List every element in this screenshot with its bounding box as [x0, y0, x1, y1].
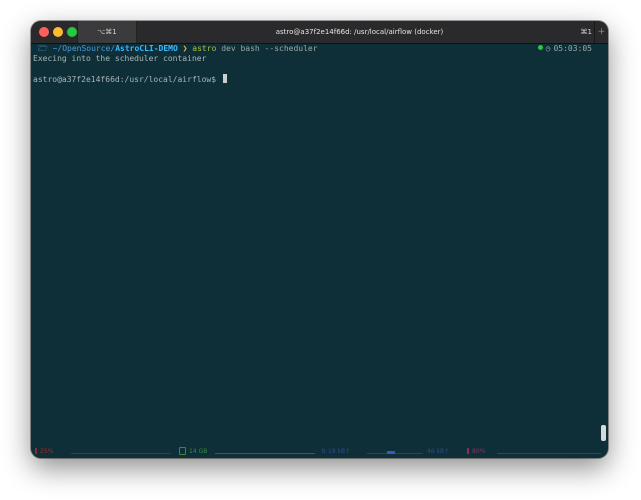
right-prompt: ◷ 05:03:05 — [537, 44, 592, 54]
output-line: Execing into the scheduler container — [33, 54, 207, 63]
network-up-status: ⇅ 19 kB↑ — [321, 446, 350, 456]
shell-prompt: astro@a37f2e14f66d:/usr/local/airflow$ — [33, 75, 221, 84]
network-icon: ⇅ — [321, 447, 328, 455]
minimize-button[interactable] — [53, 27, 63, 37]
close-button[interactable] — [39, 27, 49, 37]
terminal-output[interactable]: 🗁 ~/OpenSource/AstroCLI-DEMO ❯ astro dev… — [31, 44, 608, 442]
tab-1[interactable]: ⌥⌘1 — [77, 21, 137, 43]
prompt-arrow-icon: ❯ — [182, 44, 188, 53]
shell-prompt-line: astro@a37f2e14f66d:/usr/local/airflow$ — [33, 74, 602, 85]
network-graph — [367, 453, 423, 454]
network-down-status: 46 kB↑ — [427, 446, 449, 456]
network-up-value: 19 kB↑ — [327, 447, 351, 455]
memory-graph — [215, 453, 315, 454]
prompt-line: 🗁 ~/OpenSource/AstroCLI-DEMO ❯ astro dev… — [33, 44, 602, 54]
cpu-status: 25% — [35, 446, 53, 456]
terminal-window: ⌥⌘1 astro@a37f2e14f66d: /usr/local/airfl… — [31, 21, 608, 458]
maximize-button[interactable] — [67, 27, 77, 37]
window-title: astro@a37f2e14f66d: /usr/local/airflow (… — [275, 28, 444, 36]
memory-status: 14 GB — [179, 446, 207, 456]
title-bar: ⌥⌘1 astro@a37f2e14f66d: /usr/local/airfl… — [31, 21, 608, 44]
status-ok-icon — [537, 45, 543, 50]
battery-graph — [497, 453, 601, 454]
new-tab-button[interactable]: + — [594, 21, 608, 43]
text-cursor — [222, 74, 227, 83]
prompt-path-dir: AstroCLI-DEMO — [115, 44, 178, 53]
clock-icon: ◷ — [545, 44, 551, 53]
status-bar: 25% 14 GB ⇅ 19 kB↑ 46 kB↑ 80% — [31, 444, 608, 458]
tab-shortcut-right: ⌘1 — [580, 28, 592, 36]
battery-status: 80% — [467, 446, 485, 456]
tab-shortcut-label: ⌥⌘1 — [97, 28, 117, 36]
memory-value: 14 GB — [189, 447, 208, 455]
battery-value: 80% — [472, 447, 486, 455]
cpu-graph — [71, 453, 171, 454]
battery-icon — [467, 448, 469, 454]
network-graph-peak — [387, 451, 395, 454]
network-down-value: 46 kB↑ — [427, 447, 450, 455]
prompt-time: 05:03:05 — [553, 44, 592, 53]
cpu-value: 25% — [40, 447, 54, 455]
prompt-path-home: ~/OpenSource/ — [52, 44, 116, 53]
command-name: astro — [192, 44, 217, 53]
folder-icon: 🗁 — [33, 44, 53, 53]
scrollbar[interactable] — [601, 425, 606, 441]
memory-icon — [179, 447, 186, 455]
command-args: dev bash --scheduler — [216, 44, 318, 53]
cpu-icon — [35, 448, 37, 454]
